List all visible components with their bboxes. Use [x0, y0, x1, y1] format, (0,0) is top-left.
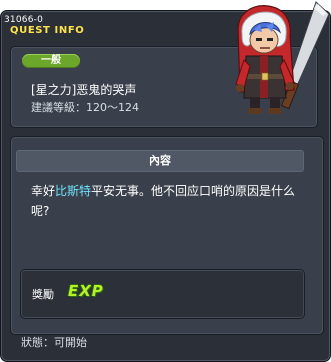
reward-label: 獎勵: [32, 288, 54, 301]
quest-status: 狀態：可開始: [21, 334, 87, 350]
window-title: QUEST INFO: [10, 25, 85, 36]
level-range: 120～124: [86, 101, 139, 114]
category-badge: 一般: [22, 54, 80, 68]
npc-portrait-icon: [235, 1, 330, 114]
status-label: 狀態：: [21, 336, 54, 349]
content-text-before: 幸好: [31, 184, 56, 198]
quest-id: 31066-0: [4, 15, 44, 25]
content-text: 幸好比斯特平安无事。他不回应口哨的原因是什么呢?: [31, 181, 303, 221]
status-value: 可開始: [54, 336, 87, 349]
npc-name-highlight: 比斯特: [55, 184, 92, 198]
reward-box: 獎勵 EXP: [20, 269, 305, 319]
quest-content-panel: 內容 幸好比斯特平安无事。他不回应口哨的原因是什么呢? 獎勵 EXP: [10, 136, 324, 335]
level-label: 建議等級：: [31, 101, 86, 114]
content-header: 內容: [16, 150, 304, 172]
exp-reward-icon: EXP: [68, 282, 104, 300]
recommended-level: 建議等級：120～124: [31, 99, 139, 115]
quest-name: [星之力]恶鬼的哭声: [31, 83, 137, 97]
